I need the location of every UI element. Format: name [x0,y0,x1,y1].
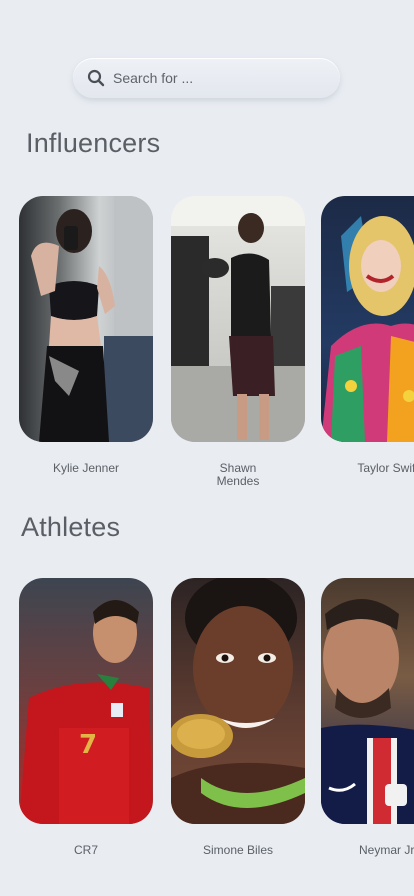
profile-photo [171,578,305,824]
card-cr7[interactable]: 7 CR7 [19,578,153,857]
profile-photo [321,196,414,442]
profile-photo [19,196,153,442]
card-name: Neymar Jr. [358,843,414,857]
profile-photo [321,578,414,824]
section-title-influencers: Influencers [26,128,161,158]
card-neymar-jr[interactable]: Neymar Jr. [321,578,414,857]
card-name: Taylor Swift [357,461,414,475]
search-icon [87,69,105,87]
influencers-carousel[interactable]: Kylie Jenner Shawn Mendes Taylor Swift [0,190,414,500]
search-input[interactable] [111,69,315,87]
profile-photo: 7 [19,578,153,824]
card-name: Simone Biles [202,843,274,857]
card-name: Kylie Jenner [52,461,120,475]
athletes-carousel[interactable]: 7 CR7 Simone Biles Neymar Jr. [0,572,414,882]
svg-text:7: 7 [79,730,97,760]
card-taylor-swift[interactable]: Taylor Swift [321,196,414,475]
card-shawn-mendes[interactable]: Shawn Mendes [171,196,305,488]
card-kylie-jenner[interactable]: Kylie Jenner [19,196,153,475]
search-bar[interactable] [73,58,340,98]
profile-photo [171,196,305,442]
card-simone-biles[interactable]: Simone Biles [171,578,305,857]
card-name: Shawn Mendes [216,461,260,488]
card-name: CR7 [73,843,98,857]
section-title-athletes: Athletes [21,512,121,542]
